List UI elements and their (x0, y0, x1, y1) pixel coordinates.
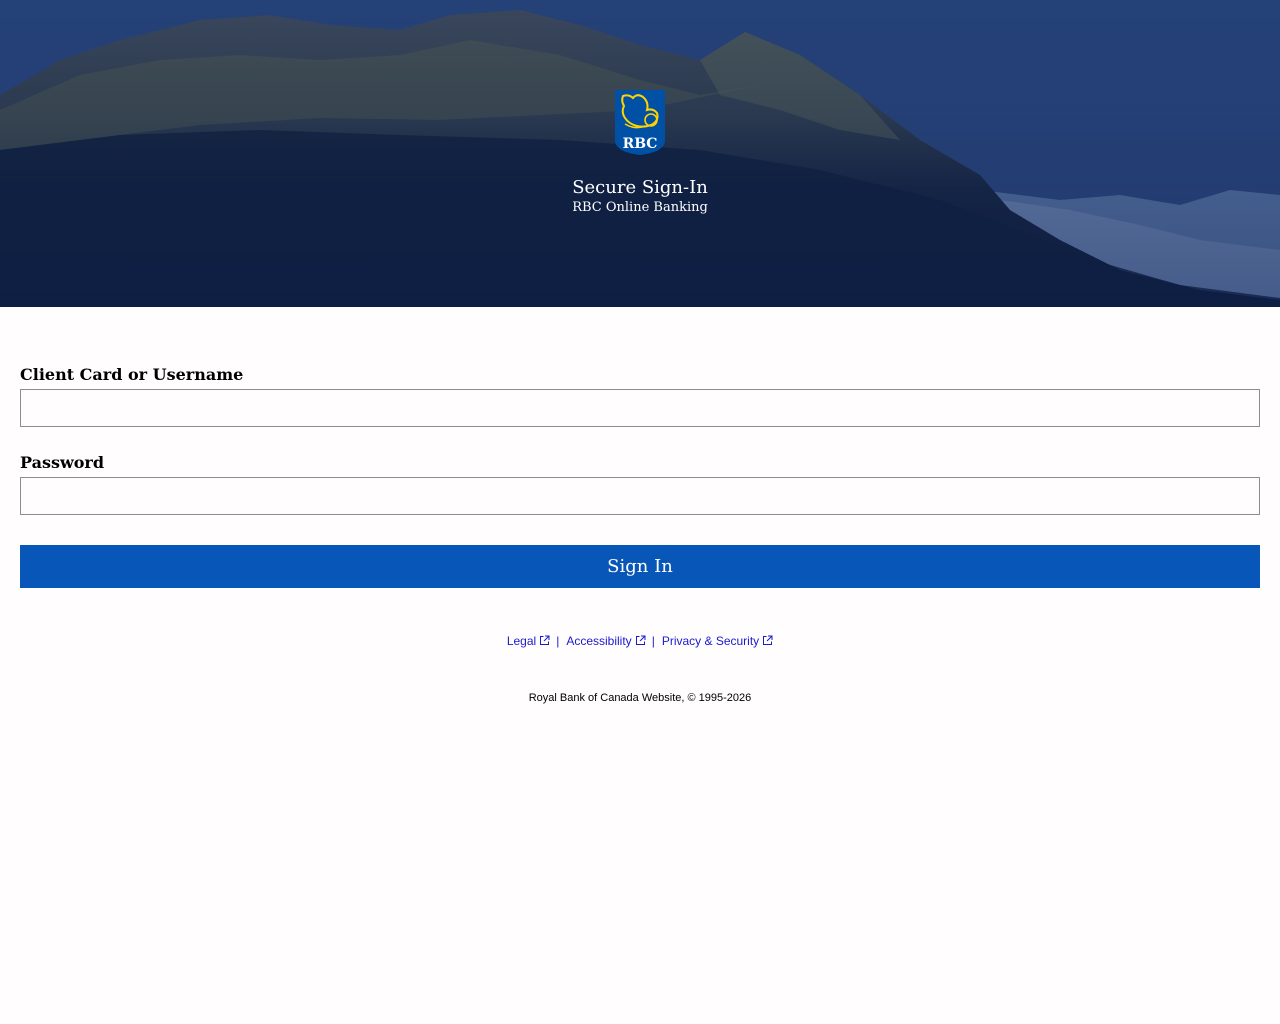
page-subtitle: RBC Online Banking (572, 200, 708, 215)
logo-text: RBC (623, 136, 658, 152)
privacy-security-link-label: Privacy & Security (661, 634, 760, 648)
privacy-security-link[interactable]: Privacy & Security (662, 634, 773, 648)
password-input[interactable] (20, 477, 1260, 515)
link-separator: | (651, 634, 655, 648)
page-title: Secure Sign-In (572, 177, 708, 198)
password-label: Password (20, 453, 105, 472)
footer-links: Legal | Accessibility | Privacy & Security (0, 633, 1280, 649)
signin-form: Client Card or Username Password Sign In (20, 364, 1260, 588)
external-link-icon (763, 635, 773, 645)
username-label: Client Card or Username (20, 365, 244, 384)
hero-banner: RBC Secure Sign-In RBC Online Banking (0, 0, 1280, 307)
legal-link[interactable]: Legal (507, 634, 550, 648)
link-separator: | (556, 634, 560, 648)
external-link-icon (635, 635, 646, 645)
signin-button[interactable]: Sign In (20, 545, 1260, 588)
rbc-logo: RBC (615, 90, 665, 155)
username-input[interactable] (20, 389, 1260, 427)
external-link-icon (540, 635, 550, 645)
accessibility-link[interactable]: Accessibility (566, 634, 646, 648)
accessibility-link-label: Accessibility (566, 634, 632, 648)
copyright-text: Royal Bank of Canada Website, © 1995-202… (528, 692, 752, 704)
legal-link-label: Legal (506, 634, 537, 648)
